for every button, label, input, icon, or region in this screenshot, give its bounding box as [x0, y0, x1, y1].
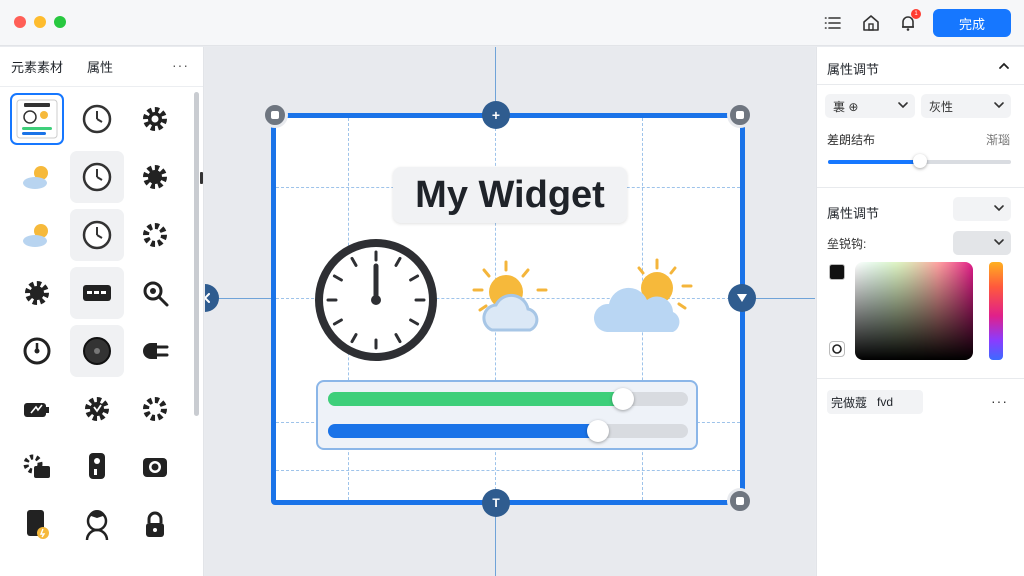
grid-line	[276, 470, 740, 471]
asset-search-gear[interactable]	[128, 267, 182, 319]
asset-battery[interactable]	[10, 383, 64, 435]
clock-icon[interactable]	[314, 238, 438, 367]
divider	[817, 187, 1024, 188]
tab-elements[interactable]: 元素素材	[11, 57, 63, 76]
section-title: 属性调节	[827, 206, 880, 221]
asset-gear[interactable]	[128, 383, 182, 435]
home-icon[interactable]	[860, 12, 882, 34]
widget-frame[interactable]: My Widget	[271, 113, 745, 505]
asset-clock[interactable]	[70, 151, 124, 203]
minimize-window-button[interactable]	[34, 16, 46, 28]
partly-cloudy-icon[interactable]	[466, 258, 558, 345]
asset-gear[interactable]	[128, 209, 182, 261]
design-canvas[interactable]: My Widget + T	[205, 47, 815, 576]
slider-label: 差朗结布	[827, 133, 876, 147]
asset-phone-bolt[interactable]	[10, 499, 64, 551]
color-swatch-black[interactable]	[829, 264, 845, 280]
list-icon[interactable]	[822, 12, 844, 34]
slider-value-label: 渐瑙	[985, 133, 1010, 147]
asset-avatar[interactable]	[70, 499, 124, 551]
asset-clock[interactable]	[70, 93, 124, 145]
select-value: 灰性	[929, 99, 954, 114]
section-title: 属性调节	[827, 62, 880, 77]
property-slider[interactable]	[828, 154, 1011, 168]
asset-gauge[interactable]	[10, 325, 64, 377]
slider-card[interactable]	[316, 380, 698, 450]
widget-title[interactable]: My Widget	[393, 167, 627, 223]
asset-lock[interactable]	[128, 499, 182, 551]
asset-gauge-dark[interactable]	[70, 325, 124, 377]
asset-gear-shield[interactable]	[70, 383, 124, 435]
title-bar: 1 完成	[0, 0, 1024, 46]
chevron-down-icon	[897, 98, 909, 115]
text-field[interactable]: 完做蔻 fvd	[827, 390, 923, 414]
divider	[817, 84, 1024, 85]
blue-slider-knob[interactable]	[587, 420, 609, 442]
text-handle-bottom[interactable]: T	[482, 489, 510, 517]
more-icon[interactable]: ···	[991, 393, 1008, 409]
asset-camera[interactable]	[128, 441, 182, 493]
bell-icon[interactable]: 1	[897, 9, 921, 34]
hue-slider[interactable]	[989, 262, 1003, 360]
blue-slider-fill	[328, 424, 598, 438]
blue-slider-track[interactable]	[328, 420, 688, 442]
green-slider-fill	[328, 392, 624, 406]
chevron-down-icon	[993, 235, 1005, 252]
resize-handle-top-left[interactable]	[262, 102, 288, 128]
arrow-down-handle-right[interactable]	[728, 284, 756, 312]
properties-panel: 属性调节 裏 ⊕ 灰性 差朗结布 渐瑙 属性调节 垒锐钩: 完做蔻 fvd ··…	[816, 47, 1024, 576]
color-label: 垒锐钩:	[827, 237, 867, 251]
add-handle-top[interactable]: +	[482, 101, 510, 129]
color-select[interactable]	[953, 231, 1011, 255]
done-button[interactable]: 完成	[933, 9, 1011, 37]
more-icon[interactable]: ···	[172, 57, 189, 73]
green-slider-track[interactable]	[328, 388, 688, 410]
panel-resize-handle[interactable]	[200, 172, 203, 184]
asset-gear-folder[interactable]	[10, 441, 64, 493]
green-slider-knob[interactable]	[612, 388, 635, 410]
chevron-up-icon[interactable]	[998, 59, 1010, 77]
divider	[817, 378, 1024, 379]
asset-gear[interactable]	[128, 151, 182, 203]
eyedropper-icon[interactable]	[829, 341, 845, 357]
resize-handle-bottom-right[interactable]	[727, 488, 753, 514]
tab-properties[interactable]: 属性	[87, 57, 113, 76]
close-handle-left[interactable]	[205, 284, 219, 312]
close-window-button[interactable]	[14, 16, 26, 28]
asset-weather-sun-cloud[interactable]	[10, 209, 64, 261]
asset-card[interactable]	[70, 267, 124, 319]
property-slider-fill	[828, 160, 920, 164]
asset-scrollbar[interactable]	[194, 92, 199, 416]
asset-device[interactable]	[70, 441, 124, 493]
zoom-window-button[interactable]	[54, 16, 66, 28]
select-value: 裏 ⊕	[833, 99, 859, 114]
property-slider-knob[interactable]	[912, 154, 927, 168]
field-label: 完做蔻	[831, 395, 868, 410]
property-select-2[interactable]: 灰性	[921, 94, 1011, 118]
notification-badge: 1	[911, 9, 921, 19]
asset-gear[interactable]	[128, 93, 182, 145]
field-value: fvd	[877, 395, 894, 409]
asset-clock[interactable]	[70, 209, 124, 261]
resize-handle-top-right[interactable]	[727, 102, 753, 128]
chevron-down-icon	[993, 98, 1005, 115]
asset-widget-thumbnail[interactable]	[10, 93, 64, 145]
asset-plug[interactable]	[128, 325, 182, 377]
color-picker-area[interactable]	[855, 262, 973, 360]
cloudy-sun-icon[interactable]	[591, 256, 695, 345]
asset-weather-sun-cloud[interactable]	[10, 151, 64, 203]
asset-panel: 元素素材 属性 ···	[0, 47, 204, 576]
property-select-1[interactable]: 裏 ⊕	[825, 94, 915, 118]
property-select-3[interactable]	[953, 197, 1011, 221]
chevron-down-icon	[993, 201, 1005, 218]
asset-panel-tabs: 元素素材 属性 ···	[0, 47, 203, 87]
asset-gear[interactable]	[10, 267, 64, 319]
